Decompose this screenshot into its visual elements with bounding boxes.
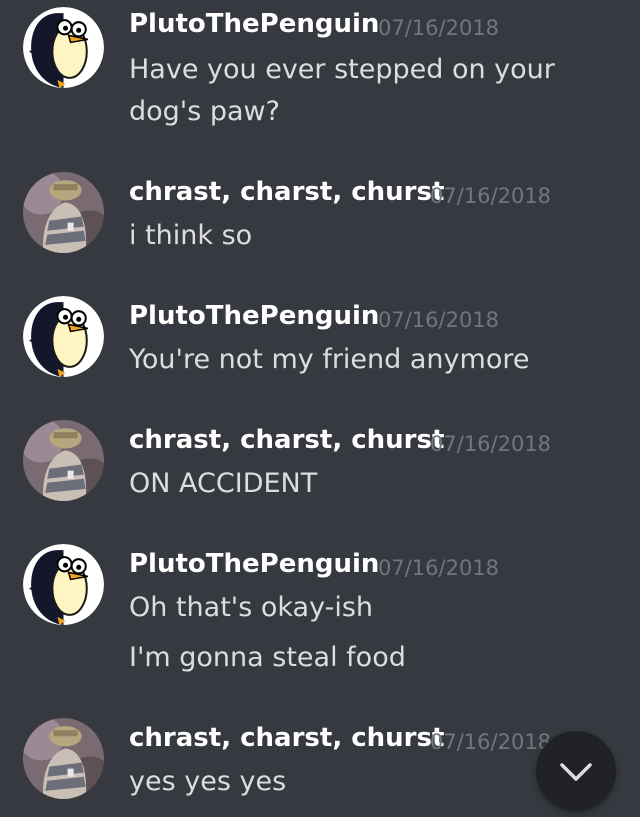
timestamp: 07/16/2018 (378, 556, 500, 580)
message-text: ON ACCIDENT (129, 468, 318, 499)
timestamp: 07/16/2018 (430, 184, 552, 208)
message-text: dog's paw? (129, 96, 280, 127)
penguin-avatar-icon (23, 296, 104, 377)
avatar[interactable] (23, 718, 104, 799)
timestamp: 07/16/2018 (378, 16, 500, 40)
username[interactable]: PlutoThePenguin (129, 301, 379, 331)
avatar[interactable] (23, 544, 104, 625)
penguin-avatar-icon (23, 544, 104, 625)
message-text: i think so (129, 220, 253, 251)
dog-photo-avatar-icon (23, 718, 104, 799)
avatar[interactable] (23, 7, 104, 88)
timestamp: 07/16/2018 (378, 308, 500, 332)
timestamp: 07/16/2018 (430, 432, 552, 456)
username[interactable]: chrast, charst, churst (129, 425, 444, 455)
message-text: yes yes yes (129, 766, 287, 797)
username[interactable]: chrast, charst, churst (129, 723, 444, 753)
message-list[interactable]: PlutoThePenguin 07/16/2018 Have you ever… (0, 0, 640, 817)
message-text: I'm gonna steal food (129, 642, 406, 673)
message-text: Oh that's okay-ish (129, 592, 374, 623)
username[interactable]: chrast, charst, churst (129, 177, 444, 207)
dog-photo-avatar-icon (23, 420, 104, 501)
avatar[interactable] (23, 420, 104, 501)
timestamp: 07/16/2018 (430, 730, 552, 754)
username[interactable]: PlutoThePenguin (129, 9, 379, 39)
chevron-down-icon (560, 763, 592, 781)
jump-to-bottom-button[interactable] (536, 731, 616, 811)
penguin-avatar-icon (23, 7, 104, 88)
message-text: Have you ever stepped on your (129, 54, 555, 85)
username[interactable]: PlutoThePenguin (129, 549, 379, 579)
dog-photo-avatar-icon (23, 172, 104, 253)
message-text: You're not my friend anymore (129, 344, 530, 375)
avatar[interactable] (23, 172, 104, 253)
avatar[interactable] (23, 296, 104, 377)
